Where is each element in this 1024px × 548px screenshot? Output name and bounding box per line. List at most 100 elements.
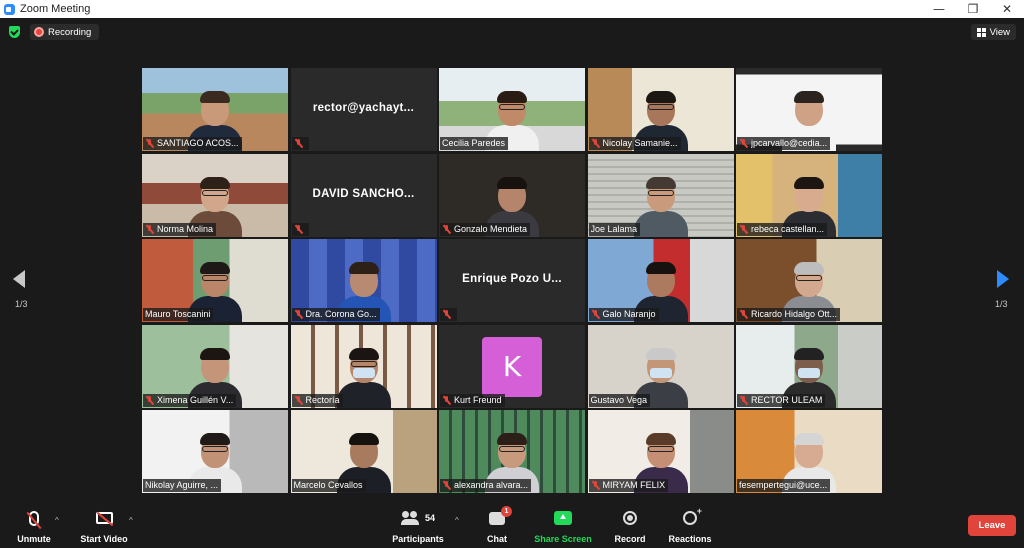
participant-tile[interactable]: alexandra alvara... [439, 410, 585, 493]
participant-name: Kurt Freund [454, 394, 502, 405]
participant-tile[interactable]: Enrique Pozo U... [439, 239, 585, 322]
participant-name: alexandra alvara... [454, 480, 529, 490]
participant-tile[interactable]: Galo Naranjo [587, 239, 734, 322]
participant-tile[interactable]: fesempertegui@uce... [736, 410, 882, 493]
participant-name: MIRYAM FELIX [602, 480, 666, 490]
share-screen-button[interactable]: Share Screen [534, 508, 592, 546]
participant-name: Cecilia Paredes [442, 138, 506, 148]
record-button[interactable]: Record [614, 508, 646, 546]
participant-name: Gustavo Vega [590, 394, 648, 405]
participant-name-label: Mauro Toscanini [143, 308, 214, 321]
participant-tile[interactable]: Rectoría [290, 324, 437, 408]
participant-tile[interactable]: Norma Molina [142, 153, 288, 237]
participant-tile[interactable]: rebeca castellan... [736, 153, 882, 237]
muted-microphone-icon [442, 481, 451, 490]
leave-button[interactable]: Leave [968, 515, 1016, 536]
participant-name-label: Galo Naranjo [588, 308, 659, 321]
participant-name: Gonzalo Mendieta [454, 223, 528, 234]
participant-tile[interactable]: Gustavo Vega [587, 324, 734, 408]
participant-tile[interactable]: jpcarvallo@cedia... [736, 68, 882, 151]
start-video-button[interactable]: Start Video [80, 508, 128, 546]
participant-name: Ricardo Hidalgo Ott... [751, 309, 838, 319]
participant-name-label: Joe Lalama [588, 222, 641, 236]
window-controls: — ❐ ✕ [922, 0, 1024, 18]
participant-video-person [336, 346, 391, 408]
participants-label: Participants [392, 534, 444, 544]
video-off-icon [95, 512, 113, 524]
participant-name-label: Nikolay Aguirre, ... [143, 479, 222, 492]
previous-page-arrow-icon[interactable] [13, 270, 25, 288]
recording-indicator[interactable]: Recording [30, 24, 100, 40]
meeting-toolbar: Unmute ^ Start Video ^ 54 Participants ^… [0, 504, 1024, 548]
muted-microphone-icon [739, 395, 748, 405]
participant-name-label: RECTOR ULEAM [737, 393, 826, 407]
unmute-label: Unmute [17, 534, 51, 544]
participant-name-label: alexandra alvara... [440, 479, 532, 492]
page-indicator-right: 1/3 [995, 299, 1008, 309]
muted-microphone-icon [294, 224, 303, 234]
muted-microphone-icon [294, 139, 303, 148]
microphone-muted-icon [29, 510, 39, 526]
participant-name-label [291, 137, 309, 150]
participants-count: 54 [424, 513, 435, 523]
muted-microphone-icon [739, 139, 748, 148]
participant-name-label: rebeca castellan... [737, 222, 828, 236]
participant-tile[interactable]: Dra. Corona Go... [290, 239, 437, 322]
participant-tile[interactable]: Ximena Guillén V... [142, 324, 288, 408]
participant-name-label: Marcelo Cevallos [291, 479, 366, 492]
participant-name: Dra. Corona Go... [305, 309, 377, 319]
reactions-label: Reactions [668, 534, 712, 544]
participant-tile[interactable]: Nicolay Samanie... [587, 68, 734, 151]
participant-tile[interactable]: Gonzalo Mendieta [439, 153, 585, 237]
view-label: View [989, 26, 1010, 38]
muted-microphone-icon [442, 310, 451, 319]
participant-name-label: Dra. Corona Go... [291, 308, 380, 321]
chat-unread-badge: 1 [501, 505, 512, 517]
participants-button[interactable]: 54 Participants [392, 508, 444, 546]
participant-name-label: Norma Molina [143, 222, 217, 236]
participant-tile[interactable]: Ricardo Hidalgo Ott... [736, 239, 882, 322]
participant-tile[interactable]: DAVID SANCHO... [290, 153, 437, 237]
participant-avatar: K [482, 336, 542, 397]
participant-tile[interactable]: RECTOR ULEAM [736, 324, 882, 408]
participant-tile[interactable]: Joe Lalama [587, 153, 734, 237]
video-options-caret-icon[interactable]: ^ [129, 516, 133, 525]
reactions-smiley-icon [683, 506, 702, 525]
participant-name-label: Ricardo Hidalgo Ott... [737, 308, 841, 321]
unmute-button[interactable]: Unmute [16, 508, 52, 546]
participant-tile[interactable]: Mauro Toscanini [142, 239, 288, 322]
participants-icon [400, 511, 421, 525]
participant-tile[interactable]: rector@yachayt... [290, 68, 437, 151]
participant-tile[interactable]: K Kurt Freund [439, 324, 585, 408]
participant-name: jpcarvallo@cedia... [751, 138, 828, 148]
participant-tile[interactable]: Cecilia Paredes [439, 68, 585, 151]
minimize-button[interactable]: — [922, 0, 956, 18]
participant-display-name: Enrique Pozo U... [462, 273, 562, 285]
participant-tile[interactable]: Marcelo Cevallos [290, 410, 437, 493]
next-page-arrow-icon[interactable] [997, 270, 1009, 288]
muted-microphone-icon [442, 395, 451, 405]
participant-name: rebeca castellan... [751, 223, 825, 234]
participant-name-label: fesempertegui@uce... [737, 479, 831, 492]
audio-options-caret-icon[interactable]: ^ [55, 516, 59, 525]
close-button[interactable]: ✕ [990, 0, 1024, 18]
record-icon [623, 511, 637, 525]
security-shield-icon[interactable] [9, 26, 20, 38]
participant-tile[interactable]: MIRYAM FELIX [587, 410, 734, 493]
participant-tile[interactable]: SANTIAGO ACOS... [142, 68, 288, 151]
page-indicator-left: 1/3 [15, 299, 28, 309]
restore-button[interactable]: ❐ [956, 0, 990, 18]
chat-button[interactable]: 1 Chat [484, 505, 512, 546]
meeting-top-bar: Recording View [0, 18, 1024, 46]
recording-label: Recording [48, 26, 92, 38]
participants-options-caret-icon[interactable]: ^ [455, 516, 459, 525]
muted-microphone-icon [294, 310, 303, 319]
participant-name: Norma Molina [157, 223, 214, 234]
participant-name: Joe Lalama [590, 223, 638, 234]
reactions-button[interactable]: Reactions [668, 506, 712, 546]
view-button[interactable]: View [970, 24, 1016, 40]
muted-microphone-icon [442, 224, 451, 234]
participant-name-label: Nicolay Samanie... [588, 137, 681, 150]
participant-name-label: Kurt Freund [440, 393, 505, 407]
participant-tile[interactable]: Nikolay Aguirre, ... [142, 410, 288, 493]
